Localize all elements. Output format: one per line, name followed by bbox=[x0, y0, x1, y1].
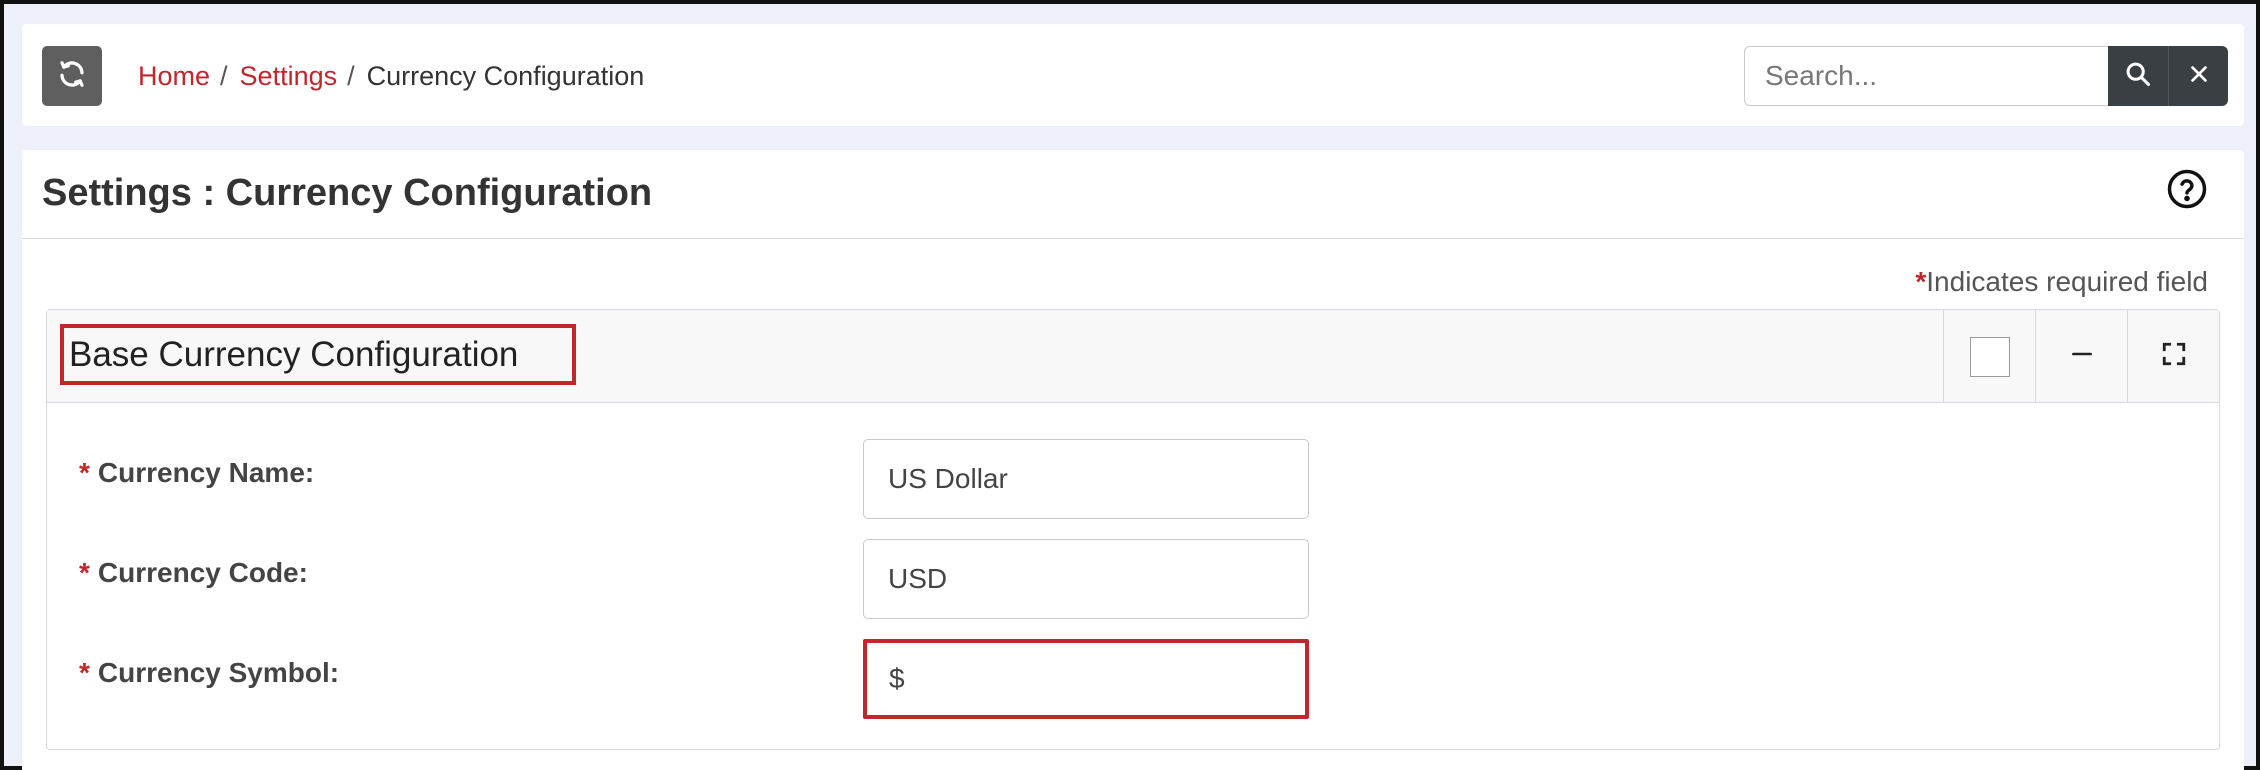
required-star: * bbox=[1915, 266, 1927, 297]
help-button[interactable] bbox=[2166, 168, 2208, 215]
currency-name-field[interactable] bbox=[863, 439, 1309, 519]
card-title: Base Currency Configuration bbox=[60, 324, 576, 385]
main-panel: Settings : Currency Configuration *Indic… bbox=[22, 150, 2244, 770]
required-star: * bbox=[79, 557, 90, 588]
card-header: Base Currency Configuration bbox=[47, 310, 2219, 403]
close-icon bbox=[2188, 63, 2210, 90]
select-card-checkbox[interactable] bbox=[1943, 310, 2035, 403]
currency-name-label: * Currency Name: bbox=[79, 457, 315, 488]
required-star: * bbox=[79, 457, 90, 488]
minus-icon bbox=[2069, 341, 2095, 372]
collapse-card-button[interactable] bbox=[2035, 310, 2127, 403]
search-icon bbox=[2124, 60, 2152, 93]
required-note-text: Indicates required field bbox=[1926, 266, 2208, 297]
base-currency-card: Base Currency Configuration * Currency N… bbox=[46, 309, 2220, 750]
currency-code-field[interactable] bbox=[863, 539, 1309, 619]
required-field-note: *Indicates required field bbox=[1915, 266, 2208, 298]
refresh-button[interactable] bbox=[42, 46, 102, 106]
required-star: * bbox=[79, 657, 90, 688]
help-circle-icon bbox=[2166, 168, 2208, 215]
fullscreen-card-button[interactable] bbox=[2127, 310, 2219, 403]
breadcrumb-separator: / bbox=[347, 60, 355, 91]
currency-symbol-field[interactable] bbox=[863, 639, 1309, 719]
title-divider bbox=[22, 238, 2244, 239]
card-tools bbox=[1943, 310, 2219, 403]
form-row-currency-code: * Currency Code: bbox=[47, 539, 2219, 619]
expand-icon bbox=[2161, 341, 2187, 372]
clear-search-button[interactable] bbox=[2168, 46, 2228, 106]
app-frame: Home / Settings / Currency Configuration bbox=[0, 0, 2260, 770]
breadcrumb-settings-link[interactable]: Settings bbox=[240, 61, 338, 92]
currency-code-label: * Currency Code: bbox=[79, 557, 308, 588]
currency-symbol-label: * Currency Symbol: bbox=[79, 657, 340, 688]
top-bar: Home / Settings / Currency Configuration bbox=[22, 24, 2244, 126]
breadcrumb: Home / Settings / Currency Configuration bbox=[138, 58, 644, 94]
search-input[interactable] bbox=[1744, 46, 2108, 106]
form-row-currency-symbol: * Currency Symbol: bbox=[47, 639, 2219, 719]
search-box bbox=[1744, 46, 2228, 106]
checkbox-icon bbox=[1969, 336, 2010, 377]
search-button[interactable] bbox=[2108, 46, 2168, 106]
breadcrumb-separator: / bbox=[220, 60, 228, 91]
refresh-icon bbox=[57, 59, 87, 94]
form-row-currency-name: * Currency Name: bbox=[47, 439, 2219, 519]
breadcrumb-current: Currency Configuration bbox=[366, 60, 645, 91]
page-title: Settings : Currency Configuration bbox=[42, 172, 653, 214]
breadcrumb-home-link[interactable]: Home bbox=[138, 61, 210, 92]
